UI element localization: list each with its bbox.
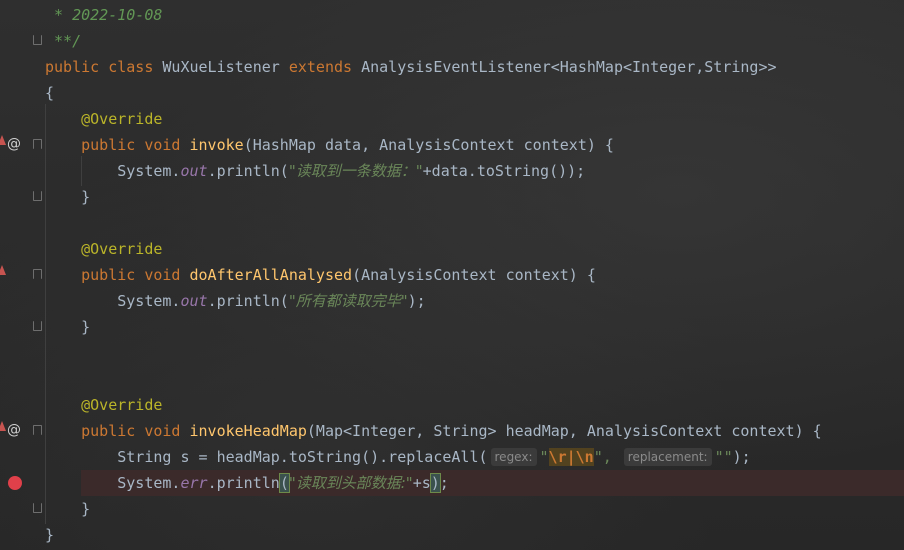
- code-line-17: public void invokeHeadMap(Map<Integer, S…: [45, 418, 822, 444]
- system-ref: System.: [117, 162, 181, 180]
- params: (AnalysisContext context) {: [352, 266, 596, 284]
- code-line-16: @Override: [45, 392, 162, 418]
- code-line-4: {: [45, 80, 54, 106]
- method-name-invoke: invoke: [189, 136, 244, 154]
- code-line-6: public void invoke(HashMap data, Analysi…: [45, 132, 614, 158]
- comment-date: * 2022-10-08: [45, 6, 163, 24]
- system-ref: System.: [117, 292, 181, 310]
- annotation-override: @Override: [81, 240, 163, 258]
- brace: }: [81, 188, 91, 206]
- fold-marker-icon[interactable]: [33, 321, 42, 331]
- field-err: err: [180, 474, 208, 492]
- code-line-11: public void doAfterAllAnalysed(AnalysisC…: [45, 262, 596, 288]
- fold-marker-icon[interactable]: [33, 503, 42, 513]
- keyword: void: [144, 136, 181, 154]
- gutter-line-8: [0, 184, 44, 210]
- keyword: class: [108, 58, 154, 76]
- quote: ",: [593, 448, 612, 466]
- annotation-override: @Override: [81, 110, 163, 128]
- keyword: void: [144, 266, 181, 284]
- keyword: void: [144, 422, 181, 440]
- keyword: public: [81, 422, 136, 440]
- quote: ": [539, 448, 549, 466]
- code-line-2: **/: [45, 28, 81, 54]
- code-line-1: * 2022-10-08: [45, 2, 162, 28]
- field-out: out: [180, 162, 208, 180]
- expr-tail: +s: [412, 474, 431, 492]
- gutter-line-17: @: [0, 418, 44, 444]
- string-literal: "读取到一条数据：": [288, 162, 423, 180]
- brace: }: [45, 526, 55, 544]
- breakpoint-dot-icon[interactable]: [8, 476, 22, 490]
- string-literal: "所有都读取完毕": [288, 292, 408, 310]
- code-line-13: }: [45, 314, 90, 340]
- gutter-line-13: [0, 314, 44, 340]
- brace: {: [45, 84, 55, 102]
- string-literal: "读取到头部数据:": [288, 474, 413, 492]
- statement: String s = headMap.toString().replaceAll…: [117, 448, 488, 466]
- method-name-invokeheadmap: invokeHeadMap: [189, 422, 307, 440]
- class-name: WuXueListener: [162, 58, 280, 76]
- superclass: AnalysisEventListener<HashMap<Integer,St…: [361, 58, 777, 76]
- keyword: public: [45, 58, 100, 76]
- at-sign-icon[interactable]: @: [7, 421, 21, 439]
- code-line-12: System.out.println("所有都读取完毕");: [45, 288, 426, 314]
- params: (Map<Integer, String> headMap, AnalysisC…: [306, 422, 822, 440]
- code-line-7: System.out.println("读取到一条数据："+data.toStr…: [45, 158, 585, 184]
- matched-paren-open: (: [278, 473, 290, 493]
- keyword: public: [81, 136, 136, 154]
- keyword: extends: [288, 58, 353, 76]
- fold-marker-icon[interactable]: [33, 269, 42, 279]
- brace: }: [81, 318, 91, 336]
- gutter-line-2: [0, 28, 44, 54]
- println-call: .println(: [207, 162, 289, 180]
- system-ref: System.: [117, 474, 181, 492]
- editor-gutter: @ @: [0, 0, 44, 550]
- fold-marker-icon[interactable]: [33, 425, 42, 435]
- parameter-hint-replacement: replacement:: [623, 448, 712, 466]
- code-line-5: @Override: [45, 106, 162, 132]
- at-sign-icon[interactable]: @: [7, 135, 21, 153]
- fold-marker-icon[interactable]: [33, 139, 42, 149]
- matched-paren-close: ): [429, 473, 441, 493]
- code-line-18: String s = headMap.toString().replaceAll…: [45, 444, 751, 470]
- gutter-line-11: [0, 262, 44, 288]
- gutter-line-20: [0, 496, 44, 522]
- expr-tail: );: [407, 292, 426, 310]
- gutter-line-19: [0, 470, 44, 496]
- code-line-8: }: [45, 184, 90, 210]
- code-line-21: }: [45, 522, 54, 548]
- code-area[interactable]: * 2022-10-08 **/ public class WuXueListe…: [45, 0, 904, 550]
- escape-sequence: \r|\n: [548, 448, 594, 466]
- comment-end: **/: [45, 32, 82, 50]
- params: (HashMap data, AnalysisContext context) …: [243, 136, 614, 154]
- expr-tail: );: [732, 448, 751, 466]
- parameter-hint-regex: regex:: [490, 448, 537, 466]
- fold-marker-icon[interactable]: [33, 35, 42, 45]
- gutter-line-6: @: [0, 132, 44, 158]
- override-up-arrow-icon[interactable]: [0, 135, 6, 145]
- code-line-3: public class WuXueListener extends Analy…: [45, 54, 777, 80]
- code-line-20: }: [45, 496, 90, 522]
- method-name-doafterallanalysed: doAfterAllAnalysed: [189, 266, 353, 284]
- expr-tail: +data.toString());: [422, 162, 586, 180]
- code-line-19: System.err.println("读取到头部数据:"+s);: [45, 470, 449, 496]
- override-up-arrow-icon[interactable]: [0, 265, 6, 275]
- keyword: public: [81, 266, 136, 284]
- brace: }: [81, 500, 91, 518]
- println-call: .println(: [207, 292, 289, 310]
- println-name: .println: [207, 474, 280, 492]
- semicolon: ;: [439, 474, 449, 492]
- annotation-override: @Override: [81, 396, 163, 414]
- code-line-10: @Override: [45, 236, 162, 262]
- fold-marker-icon[interactable]: [33, 191, 42, 201]
- override-up-arrow-icon[interactable]: [0, 421, 6, 431]
- field-out: out: [180, 292, 208, 310]
- empty-string: "": [714, 448, 733, 466]
